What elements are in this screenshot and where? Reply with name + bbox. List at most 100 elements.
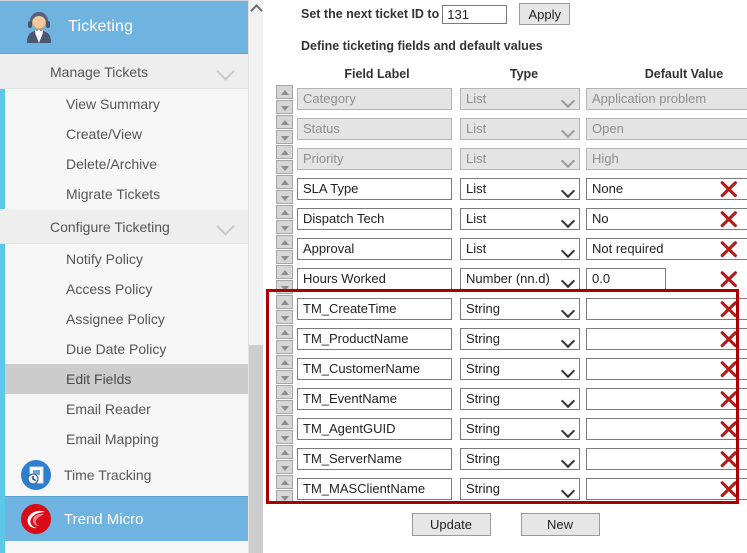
red-x-delete-icon[interactable]	[719, 359, 739, 379]
spinner-up-arrow-icon[interactable]	[276, 385, 293, 399]
field-type-select[interactable]: String	[460, 418, 580, 440]
spinner-down-arrow-icon[interactable]	[276, 160, 293, 174]
reorder-spinner[interactable]	[276, 295, 293, 325]
reorder-spinner[interactable]	[276, 145, 293, 175]
field-label-input[interactable]: Dispatch Tech	[297, 208, 452, 230]
field-label-input[interactable]: TM_CustomerName	[297, 358, 452, 380]
spinner-down-arrow-icon[interactable]	[276, 220, 293, 234]
field-label-input[interactable]: SLA Type	[297, 178, 452, 200]
red-x-delete-icon[interactable]	[719, 299, 739, 319]
reorder-spinner[interactable]	[276, 205, 293, 235]
field-type-select[interactable]: List	[460, 178, 580, 200]
reorder-spinner[interactable]	[276, 265, 293, 295]
sidebar-item-time-tracking[interactable]: Time Tracking	[0, 454, 248, 496]
spinner-down-arrow-icon[interactable]	[276, 310, 293, 324]
field-type-select[interactable]: List	[460, 238, 580, 260]
spinner-up-arrow-icon[interactable]	[276, 145, 293, 159]
sidebar-item-migrate-tickets[interactable]: Migrate Tickets	[0, 179, 248, 209]
update-button[interactable]: Update	[412, 513, 491, 536]
spinner-up-arrow-icon[interactable]	[276, 415, 293, 429]
reorder-spinner[interactable]	[276, 85, 293, 115]
spinner-down-arrow-icon[interactable]	[276, 100, 293, 114]
field-label-input[interactable]: Approval	[297, 238, 452, 260]
sidebar-item-due-date-policy[interactable]: Due Date Policy	[0, 334, 248, 364]
sidebar-item-create-view[interactable]: Create/View	[0, 119, 248, 149]
sidebar-item-trend-micro[interactable]: Trend Micro	[0, 496, 248, 541]
sidebar-item-email-reader[interactable]: Email Reader	[0, 394, 248, 424]
default-value-select[interactable]: Open	[586, 118, 747, 140]
spinner-up-arrow-icon[interactable]	[276, 205, 293, 219]
sidebar-item-email-mapping[interactable]: Email Mapping	[0, 424, 248, 454]
reorder-spinner[interactable]	[276, 115, 293, 145]
spinner-up-arrow-icon[interactable]	[276, 355, 293, 369]
spinner-up-arrow-icon[interactable]	[276, 115, 293, 129]
spinner-down-arrow-icon[interactable]	[276, 400, 293, 414]
reorder-spinner[interactable]	[276, 235, 293, 265]
field-label-input[interactable]: Hours Worked	[297, 268, 452, 290]
reorder-spinner[interactable]	[276, 175, 293, 205]
field-type-select[interactable]: List	[460, 208, 580, 230]
next-ticket-id-input[interactable]	[442, 5, 507, 24]
default-value-select[interactable]: Application problem	[586, 88, 747, 110]
default-value-select[interactable]: High	[586, 148, 747, 170]
spinner-up-arrow-icon[interactable]	[276, 445, 293, 459]
sidebar-item-edit-fields[interactable]: Edit Fields	[0, 364, 248, 394]
red-x-delete-icon[interactable]	[719, 239, 739, 259]
red-x-delete-icon[interactable]	[719, 329, 739, 349]
sidebar-item-delete-archive[interactable]: Delete/Archive	[0, 149, 248, 179]
field-label-input[interactable]: TM_CreateTime	[297, 298, 452, 320]
sidebar-item-view-summary[interactable]: View Summary	[0, 89, 248, 119]
spinner-down-arrow-icon[interactable]	[276, 460, 293, 474]
sidebar-group-configure-ticketing[interactable]: Configure Ticketing	[0, 209, 248, 244]
spinner-up-arrow-icon[interactable]	[276, 295, 293, 309]
sidebar-item-access-policy[interactable]: Access Policy	[0, 274, 248, 304]
spinner-up-arrow-icon[interactable]	[276, 175, 293, 189]
spinner-down-arrow-icon[interactable]	[276, 130, 293, 144]
spinner-down-arrow-icon[interactable]	[276, 250, 293, 264]
reorder-spinner[interactable]	[276, 415, 293, 445]
field-type-select[interactable]: String	[460, 388, 580, 410]
sidebar-brand-header[interactable]: Ticketing	[0, 1, 248, 54]
spinner-up-arrow-icon[interactable]	[276, 325, 293, 339]
red-x-delete-icon[interactable]	[719, 389, 739, 409]
field-type-select[interactable]: String	[460, 478, 580, 500]
default-value-input[interactable]: 0.0	[586, 268, 666, 290]
scrollbar-thumb[interactable]	[249, 345, 263, 553]
field-label-input[interactable]: TM_ProductName	[297, 328, 452, 350]
spinner-down-arrow-icon[interactable]	[276, 190, 293, 204]
spinner-down-arrow-icon[interactable]	[276, 430, 293, 444]
spinner-up-arrow-icon[interactable]	[276, 85, 293, 99]
spinner-down-arrow-icon[interactable]	[276, 370, 293, 384]
apply-button[interactable]: Apply	[519, 3, 570, 25]
sidebar-group-manage-tickets[interactable]: Manage Tickets	[0, 54, 248, 89]
red-x-delete-icon[interactable]	[719, 209, 739, 229]
spinner-up-arrow-icon[interactable]	[276, 265, 293, 279]
spinner-up-arrow-icon[interactable]	[276, 235, 293, 249]
red-x-delete-icon[interactable]	[719, 269, 739, 289]
spinner-down-arrow-icon[interactable]	[276, 340, 293, 354]
spinner-down-arrow-icon[interactable]	[276, 490, 293, 504]
reorder-spinner[interactable]	[276, 475, 293, 505]
sidebar-item-assignee-policy[interactable]: Assignee Policy	[0, 304, 248, 334]
reorder-spinner[interactable]	[276, 385, 293, 415]
spinner-up-arrow-icon[interactable]	[276, 475, 293, 489]
field-label-input[interactable]: TM_AgentGUID	[297, 418, 452, 440]
field-label-input[interactable]: TM_MASClientName	[297, 478, 452, 500]
new-button[interactable]: New	[521, 513, 600, 536]
red-x-delete-icon[interactable]	[719, 419, 739, 439]
red-x-delete-icon[interactable]	[719, 179, 739, 199]
page-scrollbar[interactable]	[248, 0, 263, 553]
sidebar-item-notify-policy[interactable]: Notify Policy	[0, 244, 248, 274]
reorder-spinner[interactable]	[276, 325, 293, 355]
field-type-select[interactable]: String	[460, 358, 580, 380]
field-type-select[interactable]: String	[460, 448, 580, 470]
spinner-down-arrow-icon[interactable]	[276, 280, 293, 294]
chevron-up-icon[interactable]	[249, 0, 263, 17]
field-type-select[interactable]: Number (nn.d)	[460, 268, 580, 290]
reorder-spinner[interactable]	[276, 445, 293, 475]
field-type-select[interactable]: String	[460, 328, 580, 350]
field-label-input[interactable]: TM_EventName	[297, 388, 452, 410]
red-x-delete-icon[interactable]	[719, 449, 739, 469]
field-type-select[interactable]: String	[460, 298, 580, 320]
reorder-spinner[interactable]	[276, 355, 293, 385]
